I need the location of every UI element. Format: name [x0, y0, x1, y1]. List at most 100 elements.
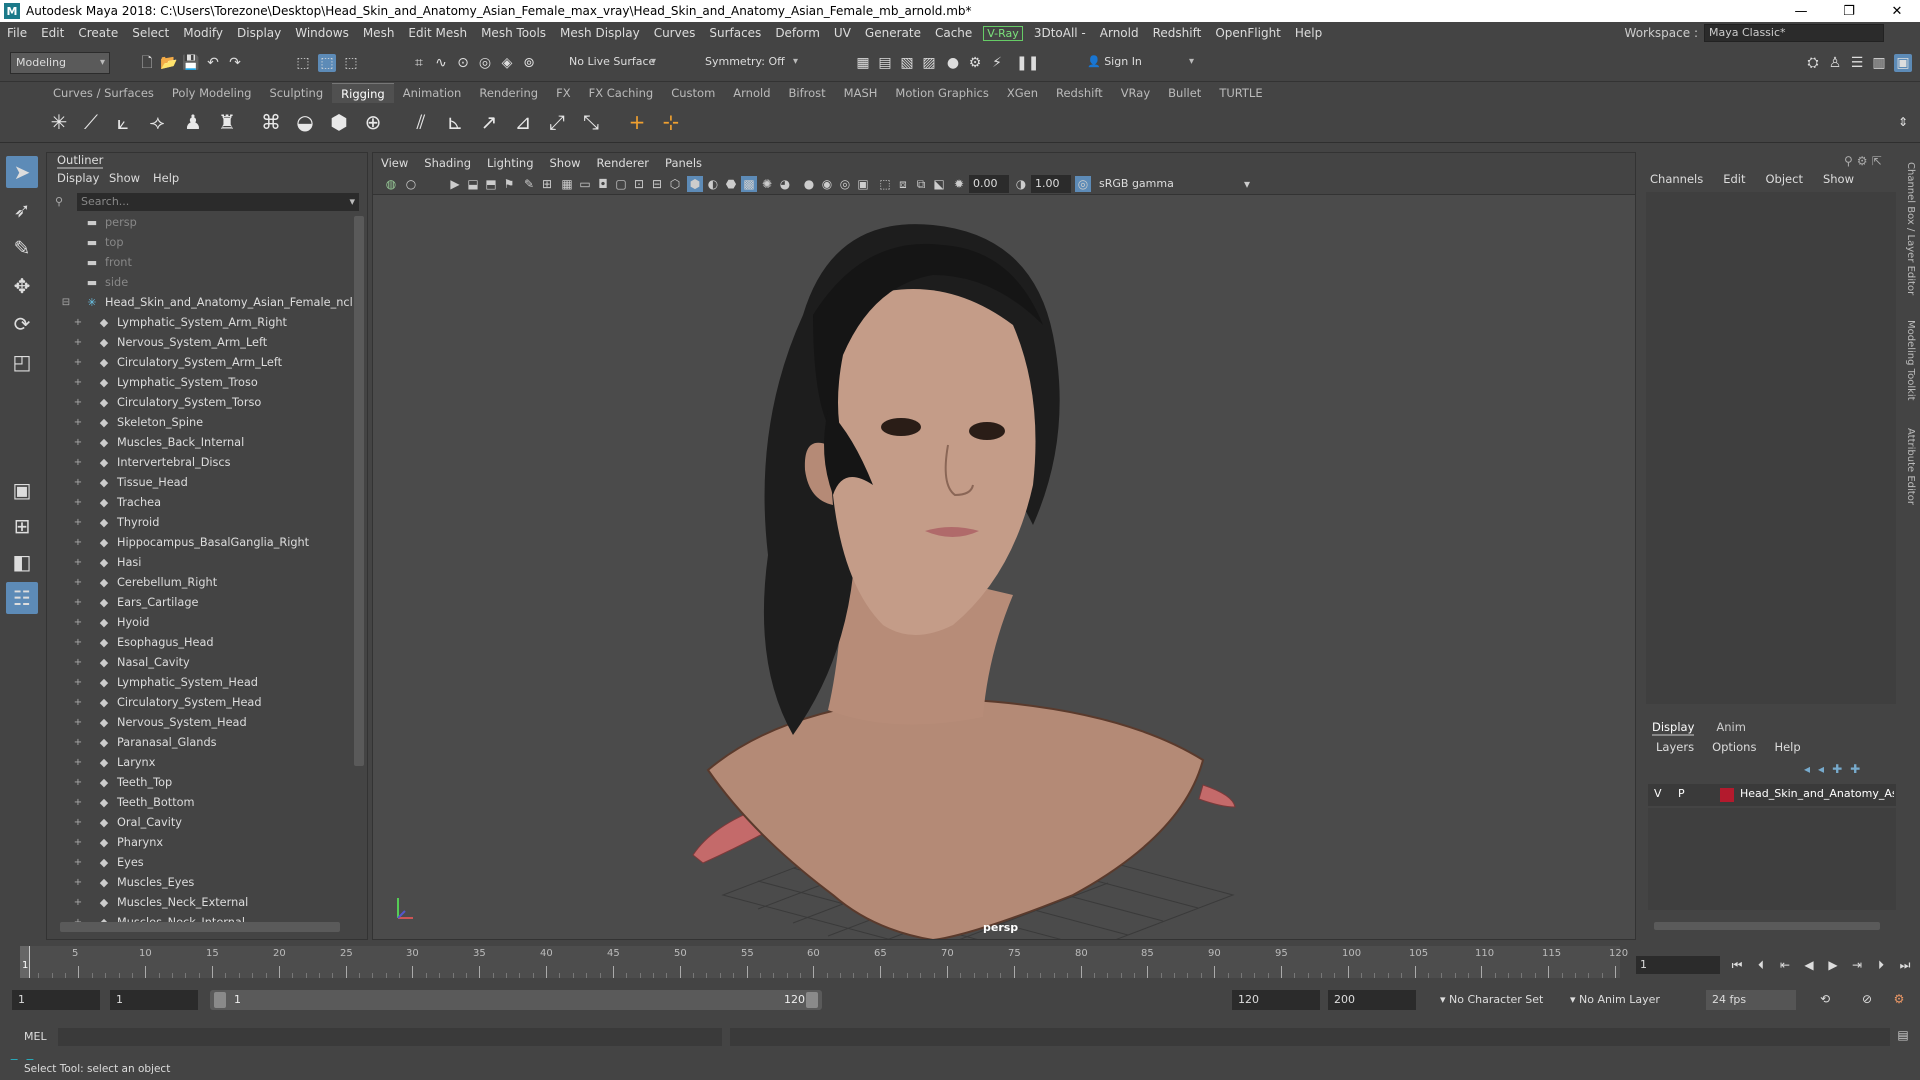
- channel-show-menu[interactable]: Show: [1823, 172, 1854, 190]
- animation-start-field[interactable]: 1: [12, 990, 100, 1010]
- exposure-field[interactable]: 0.00: [969, 175, 1009, 193]
- channel-box-icon[interactable]: ▣: [1894, 54, 1912, 72]
- shelf-tab-fx[interactable]: FX: [547, 86, 580, 100]
- shelf-scroll-icon[interactable]: ⇕: [1888, 107, 1918, 137]
- scale-constraint-icon[interactable]: ⤢: [542, 107, 572, 137]
- step-back-key-icon[interactable]: ⇤: [1776, 956, 1794, 974]
- auto-key-icon[interactable]: ⊘: [1858, 990, 1876, 1008]
- field-chart-icon[interactable]: ▢: [613, 176, 629, 192]
- display-layer-row[interactable]: V P Head_Skin_and_Anatomy_Asia: [1648, 784, 1896, 806]
- select-hierarchy-icon[interactable]: ⬚: [294, 54, 312, 72]
- outliner-item[interactable]: + ◆ Lymphatic_System_Troso: [47, 373, 353, 393]
- outliner-item[interactable]: + ◆ Skeleton_Spine: [47, 413, 353, 433]
- safe-action-icon[interactable]: ⊡: [631, 176, 647, 192]
- outliner-item[interactable]: + ◆ Intervertebral_Discs: [47, 453, 353, 473]
- outliner-camera-side[interactable]: ▬ side: [47, 273, 353, 293]
- expand-icon[interactable]: +: [73, 533, 83, 553]
- play-forwards-icon[interactable]: ▶: [1824, 956, 1842, 974]
- menu-set-dropdown[interactable]: Modeling: [10, 52, 110, 74]
- scale-tool-icon[interactable]: ◰: [6, 346, 38, 378]
- rotate-tool-icon[interactable]: ⟳: [6, 308, 38, 340]
- outliner-item[interactable]: + ◆ Nasal_Cavity: [47, 653, 353, 673]
- bookmarks-icon[interactable]: ⬓: [465, 176, 481, 192]
- expand-icon[interactable]: +: [73, 493, 83, 513]
- outliner-item[interactable]: + ◆ Circulatory_System_Head: [47, 693, 353, 713]
- use-all-lights-icon[interactable]: ✺: [759, 176, 775, 192]
- locator-icon[interactable]: +: [622, 107, 652, 137]
- safe-title-icon[interactable]: ⊟: [649, 176, 665, 192]
- move-tool-icon[interactable]: ✥: [6, 270, 38, 302]
- outliner-camera-front[interactable]: ▬ front: [47, 253, 353, 273]
- outliner-item[interactable]: + ◆ Esophagus_Head: [47, 633, 353, 653]
- sign-in-button[interactable]: 👤 Sign In: [1082, 52, 1198, 74]
- aim-constraint-icon[interactable]: ↗: [474, 107, 504, 137]
- outliner-item[interactable]: + ◆ Muscles_Neck_External: [47, 893, 353, 913]
- shelf-tab-rigging[interactable]: Rigging: [332, 83, 394, 103]
- snap-point-icon[interactable]: ⊙: [454, 54, 472, 72]
- expand-icon[interactable]: +: [73, 593, 83, 613]
- select-camera-icon[interactable]: ◍: [383, 176, 399, 192]
- outliner-camera-top[interactable]: ▬ top: [47, 233, 353, 253]
- viewport-menu-shading[interactable]: Shading: [416, 156, 479, 170]
- character-set-dropdown[interactable]: ▾ No Character Set: [1440, 990, 1543, 1010]
- arnold-ipr-icon[interactable]: ⚡: [988, 54, 1006, 72]
- select-tool-icon[interactable]: ➤: [6, 156, 38, 188]
- snap-view-icon[interactable]: ◎: [476, 54, 494, 72]
- range-start-handle[interactable]: [214, 992, 226, 1008]
- arnold-render-icon[interactable]: ⚙: [966, 54, 984, 72]
- menu-openflight[interactable]: OpenFlight: [1208, 26, 1288, 40]
- single-perspective-layout-icon[interactable]: ▣: [6, 474, 38, 506]
- expand-icon[interactable]: +: [73, 713, 83, 733]
- tool-settings-icon[interactable]: ▥: [1870, 54, 1888, 72]
- menu-file[interactable]: File: [0, 26, 34, 40]
- view-transform-dropdown[interactable]: sRGB gamma: [1095, 175, 1255, 193]
- gamma-field[interactable]: 1.00: [1031, 175, 1071, 193]
- outliner-item[interactable]: + ◆ Thyroid: [47, 513, 353, 533]
- xray-icon[interactable]: ⧈: [895, 176, 911, 192]
- color-management-icon[interactable]: ◎: [1075, 176, 1091, 192]
- time-slider-track[interactable]: 1 5 10 15 20 25 30 35 40 45 50 55 60 65 70 75 80 85 90 95 1…: [20, 946, 1628, 978]
- outliner-item[interactable]: + ◆ Trachea: [47, 493, 353, 513]
- minimize-button[interactable]: —: [1778, 0, 1824, 22]
- expand-icon[interactable]: +: [73, 773, 83, 793]
- menu-surfaces[interactable]: Surfaces: [702, 26, 768, 40]
- snap-curve-icon[interactable]: ∿: [432, 54, 450, 72]
- outliner-menu-help[interactable]: Help: [153, 171, 179, 189]
- layer-playback-toggle[interactable]: P: [1678, 787, 1685, 800]
- menu-cache[interactable]: Cache: [928, 26, 979, 40]
- anim-layer-dropdown[interactable]: ▾ No Anim Layer: [1570, 990, 1660, 1010]
- tab-anim[interactable]: Anim: [1716, 720, 1746, 736]
- shelf-tab-animation[interactable]: Animation: [394, 86, 471, 100]
- menu-arnold[interactable]: Arnold: [1093, 26, 1146, 40]
- step-forward-key-icon[interactable]: ⇥: [1848, 956, 1866, 974]
- outliner-item[interactable]: + ◆ Muscles_Eyes: [47, 873, 353, 893]
- expand-icon[interactable]: +: [73, 633, 83, 653]
- outliner-item[interactable]: + ◆ Hippocampus_BasalGanglia_Right: [47, 533, 353, 553]
- shelf-tab-turtle[interactable]: TURTLE: [1210, 86, 1271, 100]
- viewport-menu-renderer[interactable]: Renderer: [589, 156, 658, 170]
- render-frame-icon[interactable]: ▦: [854, 54, 872, 72]
- live-surface-field[interactable]: No Live Surface: [564, 52, 660, 74]
- layer-help-menu[interactable]: Help: [1774, 740, 1800, 754]
- new-scene-icon[interactable]: 🗋: [138, 54, 156, 72]
- select-component-icon[interactable]: ⬚: [342, 54, 360, 72]
- shelf-tab-mash[interactable]: MASH: [835, 86, 887, 100]
- depth-of-field-icon[interactable]: ▣: [855, 176, 871, 192]
- human-ik-icon[interactable]: ♙: [1826, 54, 1844, 72]
- expand-icon[interactable]: +: [73, 393, 83, 413]
- film-gate-icon[interactable]: ▦: [559, 176, 575, 192]
- expand-icon[interactable]: +: [73, 653, 83, 673]
- anti-aliasing-icon[interactable]: ◎: [837, 176, 853, 192]
- xray-joints-icon[interactable]: ⧉: [913, 176, 929, 192]
- side-tab-attribute-editor[interactable]: Attribute Editor: [1905, 428, 1916, 505]
- shelf-tab-rendering[interactable]: Rendering: [470, 86, 547, 100]
- viewport-menu-view[interactable]: View: [373, 156, 416, 170]
- outliner-item[interactable]: + ◆ Larynx: [47, 753, 353, 773]
- expand-icon[interactable]: +: [73, 613, 83, 633]
- loop-toggle-icon[interactable]: ⟲: [1816, 990, 1834, 1008]
- expand-icon[interactable]: +: [73, 813, 83, 833]
- snap-grid-icon[interactable]: ⌗: [410, 54, 428, 72]
- smooth-shade-icon[interactable]: ⬢: [687, 176, 703, 192]
- wrap-deformer-icon[interactable]: ⬢: [324, 107, 354, 137]
- expand-icon[interactable]: +: [73, 733, 83, 753]
